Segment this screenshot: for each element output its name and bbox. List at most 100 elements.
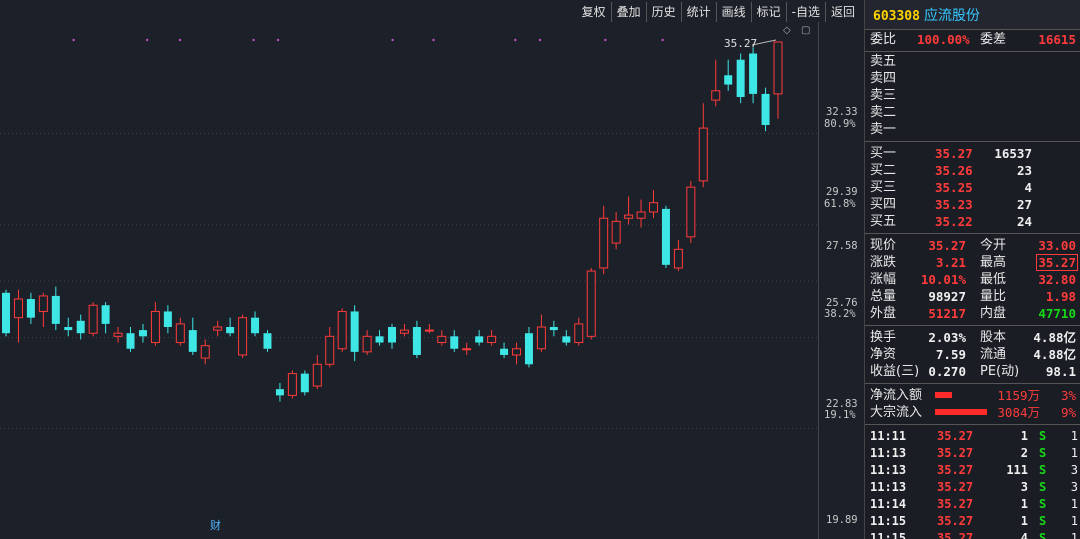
stat-value: 35.27 [928,238,966,253]
candle[interactable] [736,53,745,104]
candle[interactable] [636,199,646,228]
candle[interactable] [462,342,472,355]
candle[interactable] [611,212,621,250]
financial-report-marker[interactable]: 财 [210,517,221,533]
candle[interactable] [574,317,584,346]
candle-body [2,292,10,334]
mark-button[interactable]: 标记 [750,2,786,22]
candle[interactable] [350,305,359,362]
candle[interactable] [424,323,434,334]
candle[interactable] [2,289,10,337]
candle[interactable] [661,205,670,268]
candle[interactable] [500,342,509,359]
candle-body [512,348,522,356]
tick-side: S [1039,514,1047,528]
candle[interactable] [761,87,770,132]
draw-line-button[interactable]: 画线 [715,2,751,22]
candle[interactable] [749,47,758,104]
candle[interactable] [325,326,335,368]
candle[interactable] [475,330,484,346]
candle[interactable] [673,239,683,272]
candle[interactable] [724,59,733,91]
tick-list[interactable]: 11:11 35.27 1 S 1 11:13 35.27 2 S 1 11:13 35.27 111 S… [865,428,1080,539]
candle[interactable] [226,317,235,337]
candle[interactable] [512,342,522,365]
candle[interactable] [599,205,609,275]
candle[interactable] [773,41,783,119]
overlay-button[interactable]: 叠加 [610,2,646,22]
candlestick-svg[interactable] [0,0,862,539]
candle[interactable] [624,196,634,225]
candle[interactable] [200,339,210,365]
bid-label: 买二 [870,163,897,178]
fuquan-button[interactable]: 复权 [576,2,611,22]
candle[interactable] [549,320,558,337]
tick-row[interactable]: 11:13 35.27 111 S 3 [865,462,1080,479]
tick-price: 35.27 [937,497,974,511]
candle[interactable] [126,326,135,352]
candle[interactable] [175,317,185,346]
candle[interactable] [51,286,60,331]
back-button[interactable]: 返回 [824,2,860,22]
candle[interactable] [38,292,48,327]
candle[interactable] [188,317,197,355]
candle[interactable] [287,370,297,399]
candle[interactable] [412,320,421,359]
candle[interactable] [487,330,497,346]
candle[interactable] [138,323,147,343]
candle[interactable] [163,305,172,334]
candle[interactable] [686,180,696,244]
tick-row[interactable]: 11:13 35.27 2 S 1 [865,445,1080,462]
ask-row: 卖五 [865,53,1080,70]
tick-volume: 3 [1020,480,1028,494]
candle[interactable] [698,103,708,188]
candle[interactable] [263,330,272,352]
candle[interactable] [312,354,322,390]
candle[interactable] [113,326,123,343]
stat-value: 98927 [928,289,966,304]
candle[interactable] [88,302,98,337]
candle[interactable] [388,323,396,349]
candle[interactable] [213,320,223,337]
candle[interactable] [450,330,459,352]
candle[interactable] [238,314,248,359]
candle[interactable] [648,190,658,219]
candle[interactable] [375,330,384,346]
stat-value: 35.27 [1036,254,1078,271]
candle[interactable] [586,267,596,340]
tick-row[interactable]: 11:15 35.27 4 S 1 [865,530,1080,539]
tick-row[interactable]: 11:14 35.27 1 S 1 [865,496,1080,513]
kline-chart[interactable]: 复权 叠加 历史 统计 画线 标记 -自选 返回 32.33 80.9% 29.… [0,0,862,539]
ask-row: 卖二 [865,104,1080,121]
square-icon[interactable]: ▢ [801,25,810,36]
candle[interactable] [26,292,35,324]
candle[interactable] [562,330,571,346]
candle[interactable] [524,326,533,368]
candle[interactable] [13,289,23,343]
candle[interactable] [275,382,284,402]
candle[interactable] [300,370,309,396]
candle-body [350,311,359,352]
stat-row: 外盘 51217 内盘 47710 [865,305,1080,322]
candle[interactable] [437,330,447,346]
tick-row[interactable]: 11:15 35.27 1 S 1 [865,513,1080,530]
fund-row: 收益(三) 0.270 PE(动) 98.1 [865,363,1080,380]
history-button[interactable]: 历史 [645,2,681,22]
candle[interactable] [362,330,372,355]
fib-pct-tick: 61.8% [824,198,856,210]
candle[interactable] [337,308,347,352]
candle[interactable] [150,302,160,346]
candle[interactable] [399,323,409,337]
candle[interactable] [251,311,260,337]
diamond-icon[interactable]: ◇ [783,25,791,36]
candle[interactable] [711,59,721,107]
candle[interactable] [536,314,546,352]
watchlist-button[interactable]: -自选 [785,2,825,22]
tick-row[interactable]: 11:11 35.27 1 S 1 [865,428,1080,445]
statistics-button[interactable]: 统计 [680,2,716,22]
candle[interactable] [64,317,73,337]
candle[interactable] [76,314,85,340]
candle-body [26,299,35,318]
tick-row[interactable]: 11:13 35.27 3 S 3 [865,479,1080,496]
candle[interactable] [101,302,110,334]
